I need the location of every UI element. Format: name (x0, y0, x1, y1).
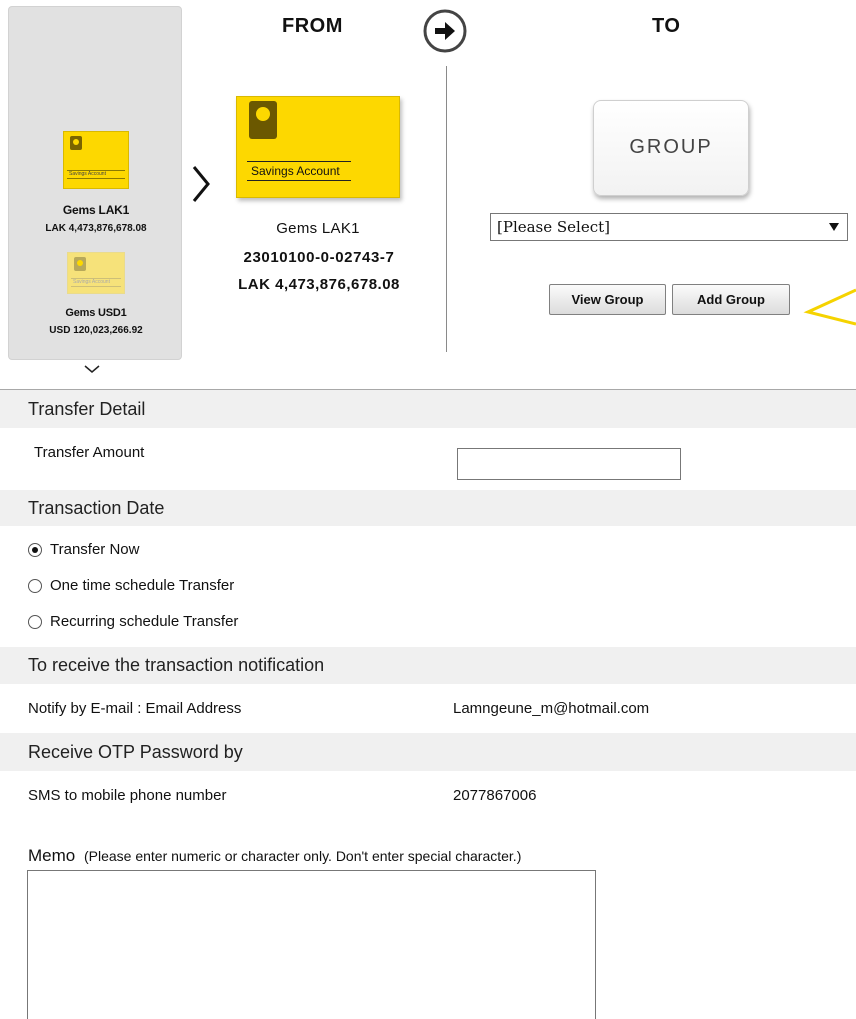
group-select-value: [Please Select] (497, 218, 611, 236)
group-select[interactable]: [Please Select] (490, 213, 848, 241)
bank-logo-icon (74, 257, 86, 271)
memo-hint: (Please enter numeric or character only.… (83, 848, 522, 864)
radio-transfer-now[interactable]: Transfer Now (28, 541, 139, 558)
divider (446, 66, 447, 352)
radio-icon[interactable] (28, 542, 42, 557)
arrow-right-circle-icon (423, 9, 467, 53)
chevron-down-icon[interactable] (83, 362, 101, 376)
memo-label: Memo (28, 846, 76, 865)
account-list: Savings Account Gems LAK1 LAK 4,473,876,… (8, 6, 182, 360)
phone-number-value: 2077867006 (453, 787, 537, 804)
radio-icon[interactable] (28, 614, 42, 629)
from-account-number: 23010100-0-02743-7 (243, 249, 395, 266)
view-group-button[interactable]: View Group (549, 284, 666, 315)
from-account-balance: LAK 4,473,876,678.08 (238, 276, 400, 293)
radio-icon[interactable] (28, 578, 42, 593)
transfer-amount-input[interactable] (457, 448, 681, 480)
bank-logo-icon (249, 101, 277, 139)
radio-recurring-schedule[interactable]: Recurring schedule Transfer (28, 613, 238, 630)
account-card-thumbnail: Savings Account (67, 252, 125, 294)
bank-logo-icon (70, 136, 82, 150)
transfer-amount-label: Transfer Amount (34, 444, 145, 461)
memo-textarea[interactable] (27, 870, 596, 1019)
notification-heading: To receive the transaction notification (0, 647, 856, 684)
account-balance: USD 120,023,266.92 (49, 325, 143, 336)
transfer-detail-heading: Transfer Detail (0, 390, 856, 428)
radio-label: One time schedule Transfer (50, 577, 235, 594)
account-name: Gems USD1 (65, 307, 127, 319)
card-label: Savings Account (67, 170, 125, 179)
transaction-date-heading: Transaction Date (0, 490, 856, 526)
sms-label: SMS to mobile phone number (28, 787, 227, 804)
from-account-name: Gems LAK1 (276, 220, 360, 237)
card-label: Savings Account (247, 161, 351, 181)
group-tile[interactable]: GROUP (593, 100, 749, 196)
annotation-arrow-icon (803, 288, 856, 326)
account-card-thumbnail: Savings Account (63, 131, 129, 189)
account-item[interactable]: Savings Account Gems LAK1 LAK 4,473,876,… (9, 131, 183, 234)
radio-label: Recurring schedule Transfer (50, 613, 239, 630)
memo-label-row: Memo (Please enter numeric or character … (28, 846, 521, 866)
email-notify-label: Notify by E-mail : Email Address (28, 700, 242, 717)
card-label: Savings Account (71, 278, 121, 287)
account-item[interactable]: Savings Account Gems USD1 USD 120,023,26… (9, 252, 183, 336)
radio-one-time-schedule[interactable]: One time schedule Transfer (28, 577, 234, 594)
from-heading: FROM (282, 15, 343, 37)
account-balance: LAK 4,473,876,678.08 (45, 223, 147, 234)
account-name: Gems LAK1 (62, 203, 130, 217)
from-account-card: Savings Account (236, 96, 400, 198)
dropdown-caret-icon (829, 223, 839, 231)
radio-label: Transfer Now (50, 541, 140, 558)
otp-heading: Receive OTP Password by (0, 733, 856, 771)
add-group-button[interactable]: Add Group (672, 284, 790, 315)
email-address-value: Lamngeune_m@hotmail.com (453, 700, 650, 717)
to-heading: TO (652, 15, 681, 37)
chevron-right-icon (192, 166, 210, 202)
